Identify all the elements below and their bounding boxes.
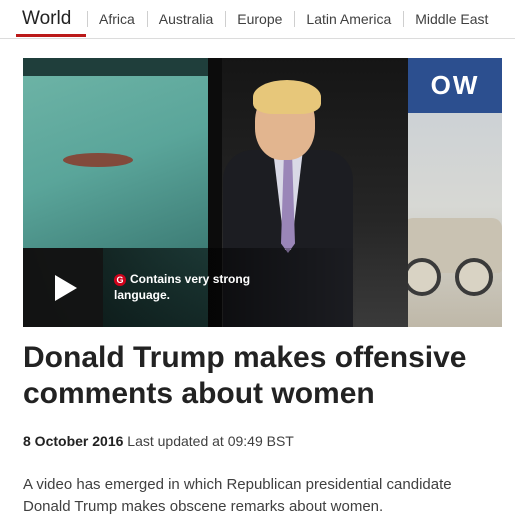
video-still-bus-logo xyxy=(63,153,133,167)
play-icon xyxy=(54,274,77,301)
active-section-underline xyxy=(16,34,86,37)
article-summary: A video has emerged in which Republican … xyxy=(23,476,452,515)
article-date: 8 October 2016 xyxy=(23,433,124,449)
article-dateline: 8 October 2016 Last updated at 09:49 BST xyxy=(23,433,294,449)
video-still-person-hair xyxy=(253,80,321,114)
nav-item-middle-east[interactable]: Middle East xyxy=(403,0,500,38)
top-navigation: World Africa Australia Europe Latin Amer… xyxy=(0,0,515,39)
video-still-sign: OW xyxy=(408,58,502,113)
nav-item-australia[interactable]: Australia xyxy=(146,0,225,38)
nav-item-latin-america[interactable]: Latin America xyxy=(294,0,403,38)
nav-section-world[interactable]: World xyxy=(16,0,77,35)
content-warning-text: Contains very strong language. xyxy=(114,272,251,302)
article-last-updated: Last updated at 09:49 BST xyxy=(127,433,294,449)
video-player[interactable]: OW G Contains very strong language. xyxy=(23,58,502,327)
nav-item-africa[interactable]: Africa xyxy=(87,0,147,38)
play-button[interactable] xyxy=(23,248,103,327)
nav-item-europe[interactable]: Europe xyxy=(225,0,294,38)
video-still-bus-stripe xyxy=(23,58,208,76)
content-warning: G Contains very strong language. xyxy=(114,271,304,303)
guidance-badge-icon: G xyxy=(114,274,126,286)
nav-items: Africa Australia Europe Latin America Mi… xyxy=(87,0,500,38)
article-headline: Donald Trump makes offensive comments ab… xyxy=(23,341,467,410)
